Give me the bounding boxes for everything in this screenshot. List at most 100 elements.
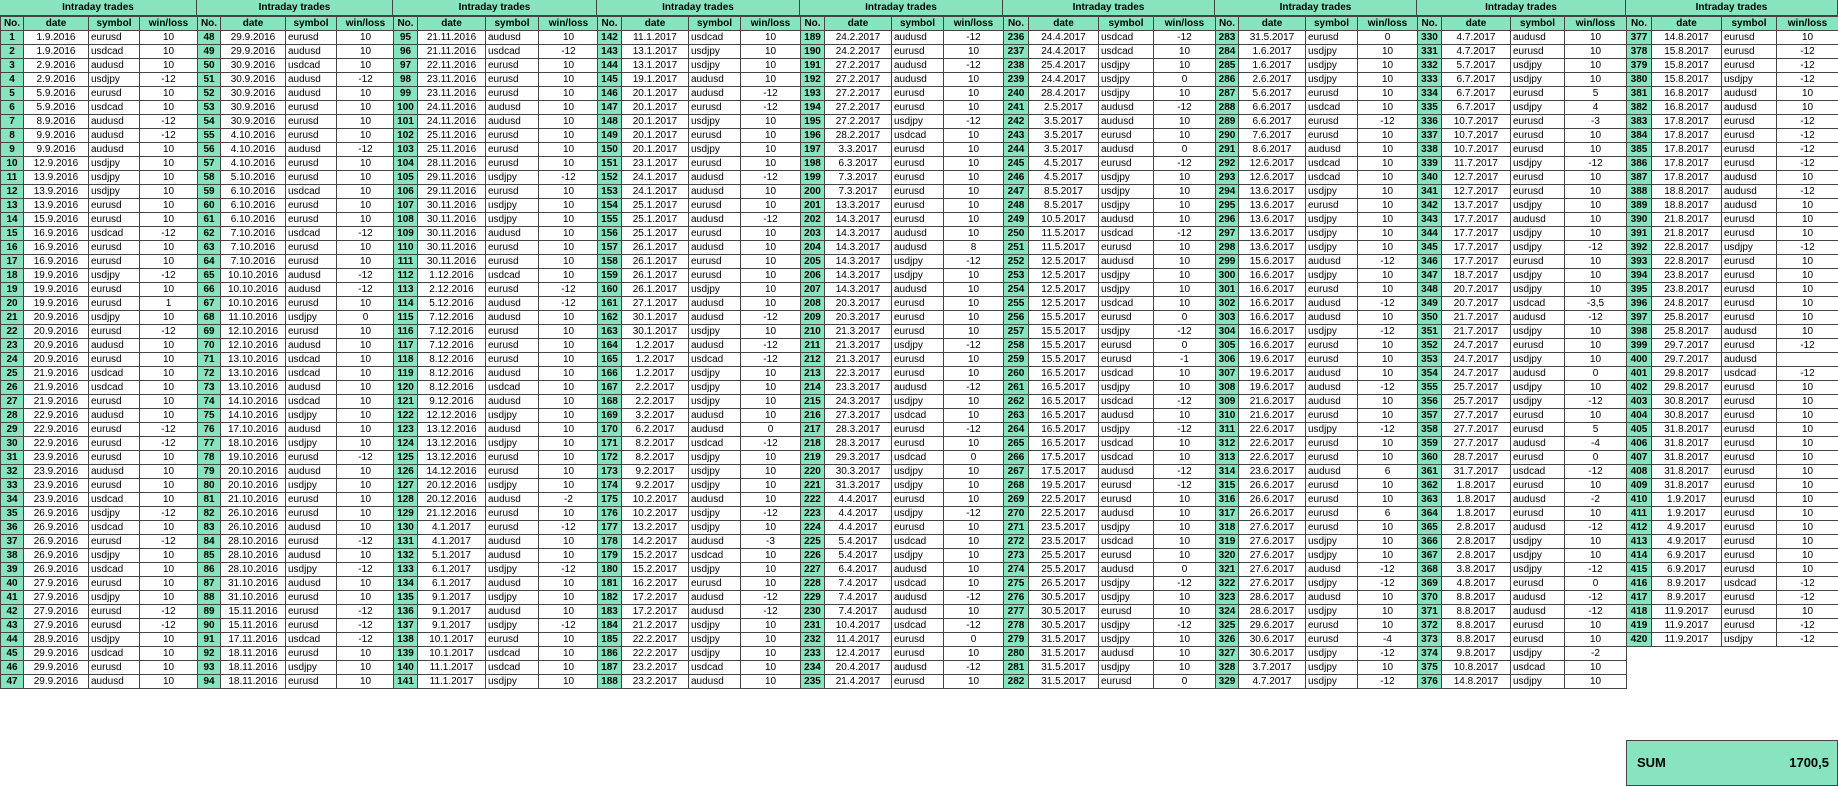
- trade-winloss: 0: [943, 632, 1004, 647]
- trade-date: 8.12.2016: [417, 366, 486, 381]
- trade-date: 8.12.2016: [417, 352, 486, 367]
- trade-no: 113: [393, 282, 418, 297]
- trade-no: 301: [1215, 282, 1239, 297]
- trade-no: 27: [0, 394, 24, 409]
- block-title: Intraday trades: [597, 0, 800, 16]
- trade-no: 343: [1417, 212, 1442, 227]
- table-row: 404 30.8.2017 eurusd 10: [1626, 408, 1838, 423]
- table-row: 42 27.9.2016 eurusd -12: [0, 604, 198, 619]
- trade-symbol: usdjpy: [688, 520, 741, 535]
- trade-date: 21.11.2016: [417, 30, 486, 45]
- trade-no: 401: [1626, 366, 1652, 381]
- trade-symbol: eurusd: [88, 422, 140, 437]
- trade-symbol: eurusd: [1510, 142, 1565, 157]
- trade-symbol: eurusd: [88, 604, 140, 619]
- trade-date: 16.5.2017: [1028, 408, 1099, 423]
- trade-symbol: usdjpy: [1510, 562, 1565, 577]
- table-row: 337 10.7.2017 eurusd 10: [1417, 128, 1627, 143]
- trade-winloss: 10: [538, 212, 599, 227]
- trade-symbol: audusd: [485, 492, 539, 507]
- trade-winloss: 10: [538, 352, 599, 367]
- trade-winloss: 10: [1357, 184, 1418, 199]
- trade-winloss: 10: [1153, 660, 1216, 675]
- table-row: 379 15.8.2017 eurusd -12: [1626, 58, 1838, 73]
- trade-date: 30.11.2016: [417, 226, 486, 241]
- trade-date: 13.12.2016: [417, 422, 486, 437]
- trade-no: 298: [1215, 240, 1239, 255]
- trade-symbol: eurusd: [891, 44, 944, 59]
- trade-symbol: usdjpy: [891, 506, 944, 521]
- trade-symbol: usdcad: [891, 408, 944, 423]
- table-row: 355 25.7.2017 usdjpy 10: [1417, 380, 1627, 395]
- trade-date: 4.8.2017: [1441, 576, 1511, 591]
- trade-no: 41: [0, 590, 24, 605]
- col-header-winloss: win/loss: [1153, 16, 1216, 31]
- trade-winloss: -12: [943, 58, 1004, 73]
- trade-date: 24.11.2016: [417, 100, 486, 115]
- trade-winloss: 10: [943, 646, 1004, 661]
- trade-symbol: usdjpy: [1305, 212, 1358, 227]
- trade-winloss: 10: [139, 352, 198, 367]
- trade-symbol: audusd: [285, 72, 337, 87]
- trade-date: 5.4.2017: [824, 534, 892, 549]
- trade-symbol: eurusd: [88, 324, 140, 339]
- table-row: 360 28.7.2017 eurusd 0: [1417, 450, 1627, 465]
- trade-no: 378: [1626, 44, 1652, 59]
- table-row: 29 22.9.2016 eurusd -12: [0, 422, 198, 437]
- table-row: 113 2.12.2016 eurusd -12: [393, 282, 599, 297]
- trade-date: 26.5.2017: [1028, 576, 1099, 591]
- trade-winloss: 10: [943, 562, 1004, 577]
- trade-no: 218: [800, 436, 825, 451]
- trade-no: 109: [393, 226, 418, 241]
- trade-symbol: usdjpy: [1098, 72, 1154, 87]
- trade-winloss: -12: [1564, 604, 1627, 619]
- table-row: 104 28.11.2016 eurusd 10: [393, 156, 599, 171]
- trade-winloss: 10: [336, 646, 395, 661]
- trade-date: 29.9.2016: [23, 646, 89, 661]
- trade-no: 339: [1417, 156, 1442, 171]
- trade-winloss: -12: [740, 604, 801, 619]
- trades-table: No. date symbol win/loss 283 31.5.2017 eurusd 0…: [1215, 16, 1418, 689]
- trade-winloss: 10: [1357, 128, 1418, 143]
- table-row: 348 20.7.2017 usdjpy 10: [1417, 282, 1627, 297]
- trade-winloss: 10: [538, 100, 599, 115]
- trade-date: 20.1.2017: [621, 100, 689, 115]
- trade-date: 13.9.2016: [23, 170, 89, 185]
- table-row: 237 24.4.2017 usdcad 10: [1003, 44, 1216, 59]
- trade-date: 9.1.2017: [417, 618, 486, 633]
- trade-winloss: -12: [1776, 156, 1838, 171]
- trade-symbol: eurusd: [891, 324, 944, 339]
- trade-no: 60: [197, 198, 221, 213]
- trade-symbol: usdjpy: [1305, 534, 1358, 549]
- trade-date: 13.6.2017: [1238, 226, 1306, 241]
- trade-winloss: 10: [943, 142, 1004, 157]
- trade-symbol: eurusd: [1098, 310, 1154, 325]
- trade-date: 15.8.2017: [1651, 72, 1722, 87]
- trade-symbol: usdcad: [88, 366, 140, 381]
- trade-no: 166: [597, 366, 622, 381]
- trade-date: 20.9.2016: [23, 310, 89, 325]
- trade-date: 30.5.2017: [1028, 618, 1099, 633]
- trade-no: 183: [597, 604, 622, 619]
- trade-symbol: usdjpy: [1510, 240, 1565, 255]
- trade-no: 279: [1003, 632, 1029, 647]
- table-row: 87 31.10.2016 audusd 10: [197, 576, 395, 591]
- trade-no: 398: [1626, 324, 1652, 339]
- trade-no: 46: [0, 660, 24, 675]
- trade-symbol: audusd: [1098, 562, 1154, 577]
- trade-date: 16.6.2017: [1238, 296, 1306, 311]
- trade-symbol: usdjpy: [88, 548, 140, 563]
- trade-no: 307: [1215, 366, 1239, 381]
- trade-symbol: eurusd: [688, 156, 741, 171]
- trade-winloss: 10: [943, 408, 1004, 423]
- trade-date: 16.5.2017: [1028, 422, 1099, 437]
- trade-no: 299: [1215, 254, 1239, 269]
- table-row: 334 6.7.2017 eurusd 5: [1417, 86, 1627, 101]
- trade-no: 197: [800, 142, 825, 157]
- trade-date: 16.6.2017: [1238, 310, 1306, 325]
- trade-winloss: -12: [1357, 422, 1418, 437]
- trade-winloss: 10: [1153, 212, 1216, 227]
- trade-date: 31.5.2017: [1028, 646, 1099, 661]
- table-row: 224 4.4.2017 eurusd 10: [800, 520, 1004, 535]
- trade-date: 20.1.2017: [621, 114, 689, 129]
